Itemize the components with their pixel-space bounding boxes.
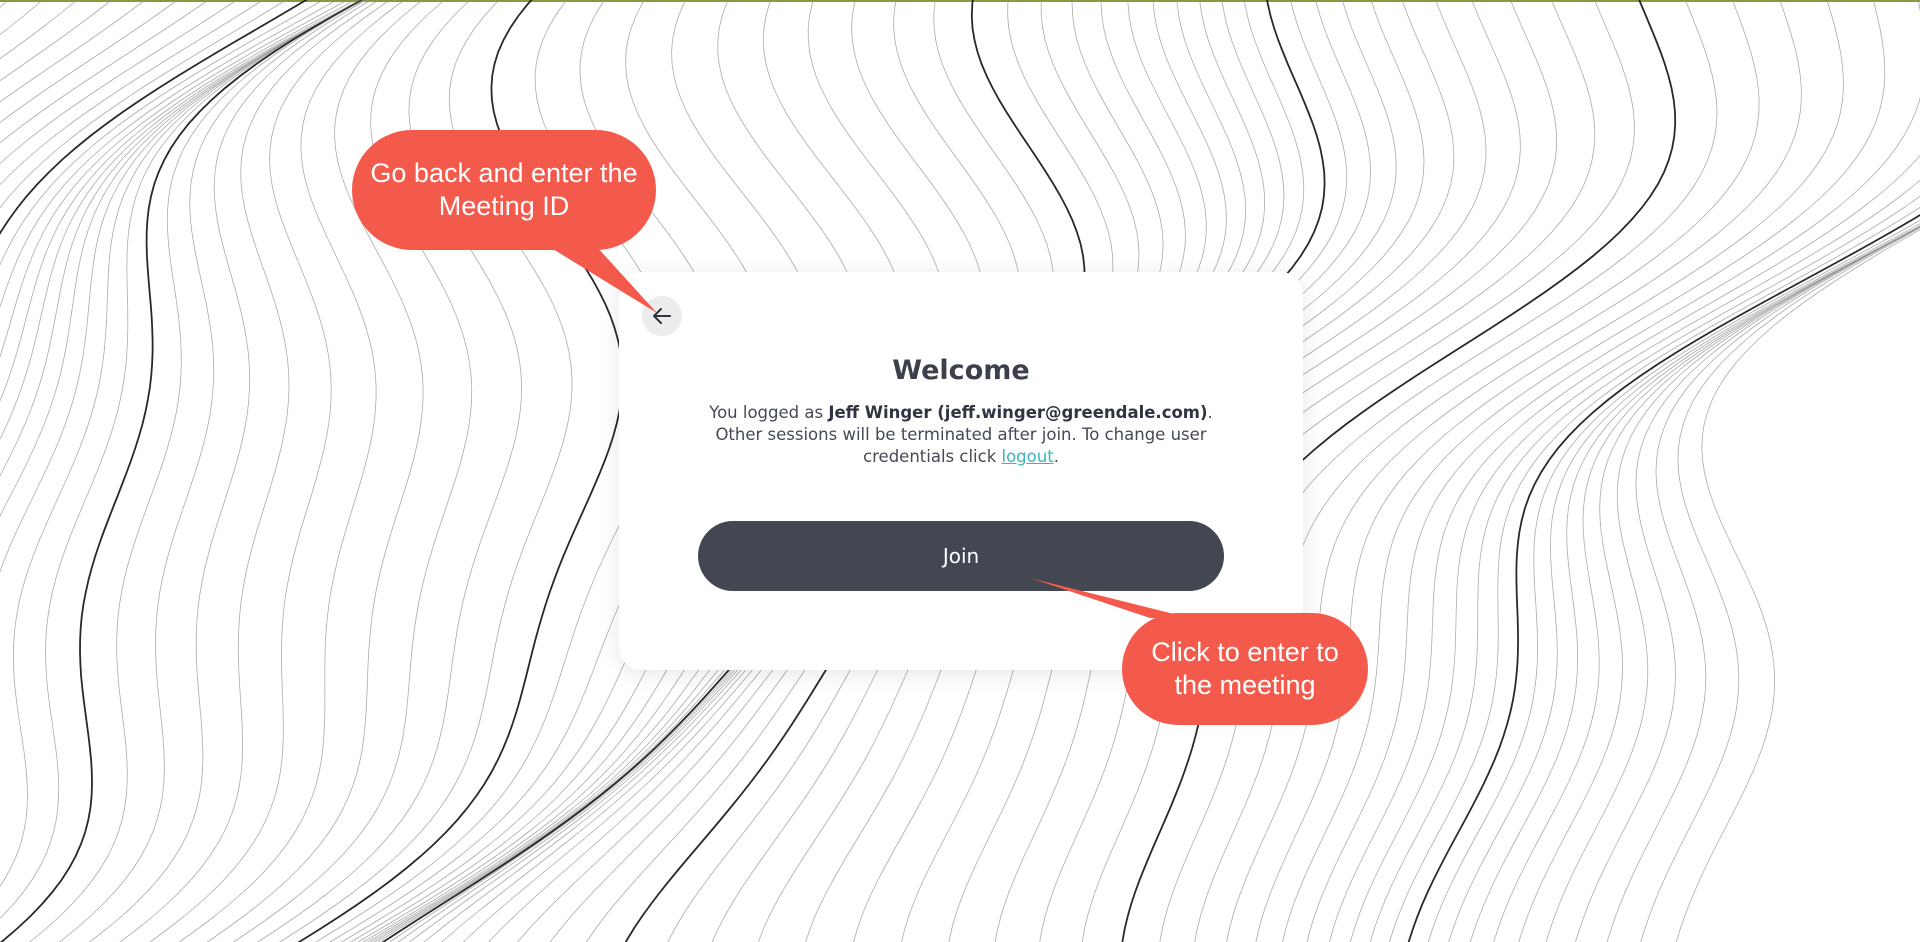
welcome-title: Welcome	[892, 355, 1030, 386]
join-button-callout: Click to enter to the meeting	[1122, 613, 1368, 725]
login-info-text: You logged as Jeff Winger (jeff.winger@g…	[694, 402, 1228, 468]
message-suffix: .	[1053, 447, 1059, 466]
back-button[interactable]	[642, 296, 682, 336]
user-display-name: Jeff Winger (jeff.winger@greendale.com)	[828, 403, 1208, 422]
back-callout-text: Go back and enter the Meeting ID	[370, 158, 638, 221]
back-button-callout: Go back and enter the Meeting ID	[352, 130, 656, 250]
message-prefix: You logged as	[709, 403, 829, 422]
join-button[interactable]: Join	[698, 521, 1224, 591]
arrow-left-icon	[651, 305, 673, 327]
logout-link[interactable]: logout	[1002, 447, 1054, 466]
welcome-card: Welcome You logged as Jeff Winger (jeff.…	[619, 272, 1303, 670]
join-callout-text: Click to enter to the meeting	[1151, 637, 1339, 700]
